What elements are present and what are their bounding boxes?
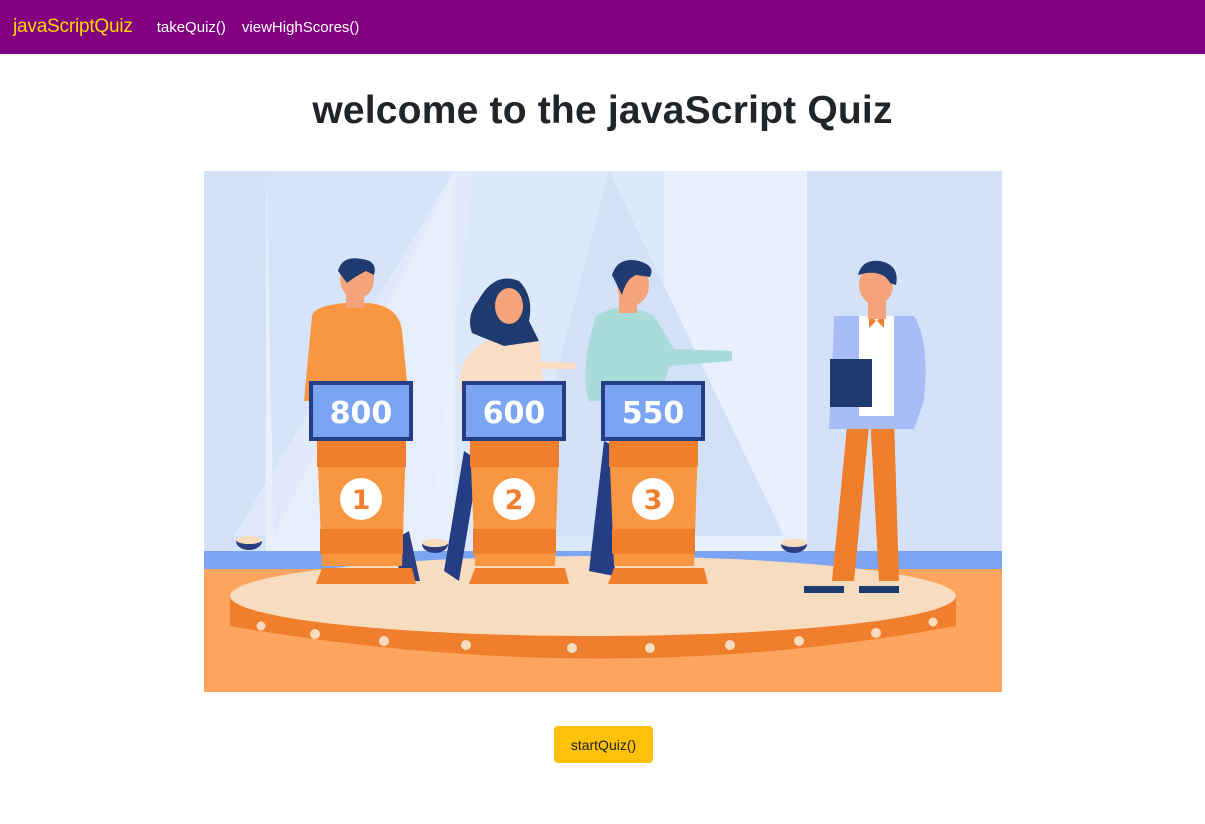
- nav-take-quiz[interactable]: takeQuiz(): [157, 19, 226, 36]
- podium-2: 600 2: [462, 381, 569, 584]
- quiz-show-illustration: 800 1 600 2 550 3: [204, 171, 1002, 692]
- podium-1-score: 800: [330, 396, 393, 431]
- podium-2-number: 2: [505, 485, 524, 516]
- page-title: welcome to the javaScript Quiz: [312, 89, 893, 132]
- podium-3-score: 550: [622, 396, 685, 431]
- start-quiz-button[interactable]: startQuiz(): [554, 726, 653, 763]
- podium-2-score: 600: [483, 396, 546, 431]
- podium-1-number: 1: [352, 485, 371, 516]
- podium-3: 550 3: [601, 381, 708, 584]
- podium-1: 800 1: [309, 381, 416, 584]
- navbar: javaScriptQuiz takeQuiz() viewHighScores…: [0, 0, 1205, 54]
- brand-link[interactable]: javaScriptQuiz: [13, 16, 133, 38]
- nav-view-high-scores[interactable]: viewHighScores(): [242, 19, 360, 36]
- podium-3-number: 3: [644, 485, 663, 516]
